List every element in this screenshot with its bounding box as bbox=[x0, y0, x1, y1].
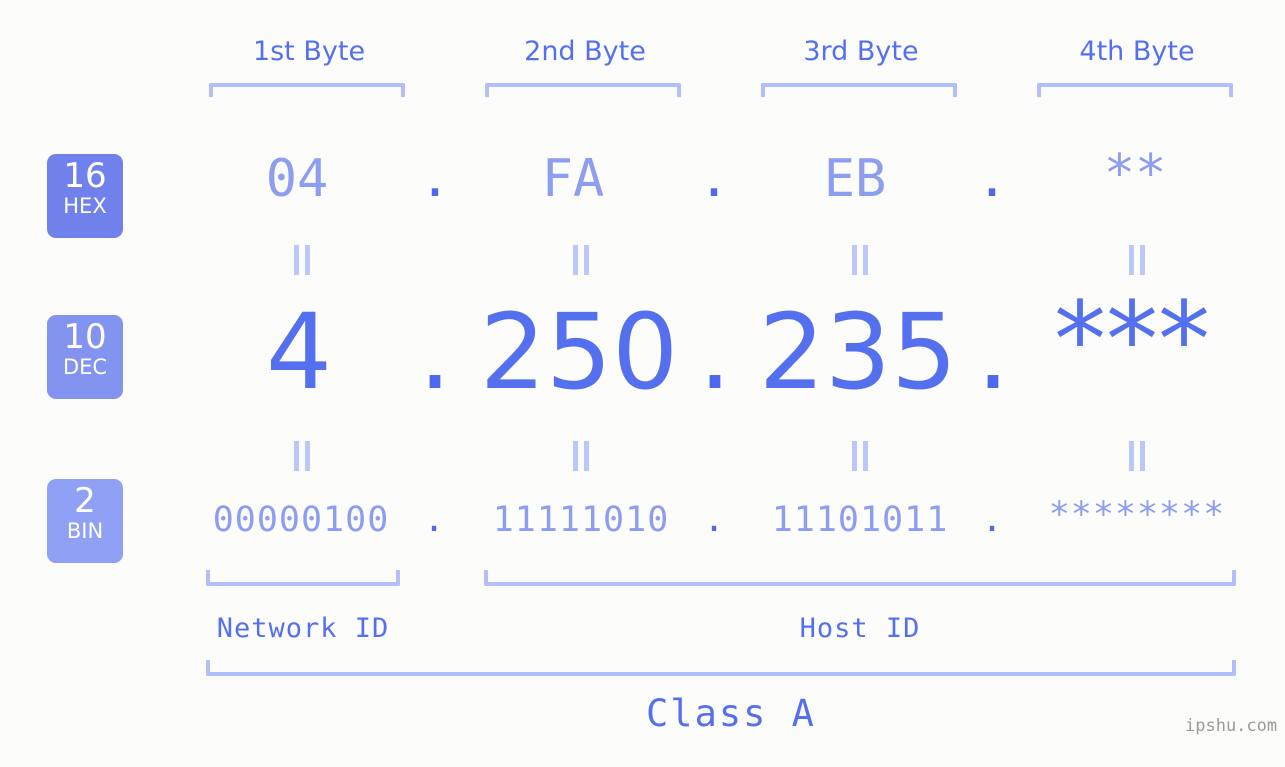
byte-header-label-1: 1st Byte bbox=[252, 36, 366, 67]
byte-bracket-3 bbox=[761, 83, 957, 97]
dec-separator-2: . bbox=[698, 291, 732, 413]
bin-byte-3: 11101011 bbox=[771, 500, 949, 540]
host-id-label: Host ID bbox=[799, 613, 921, 644]
equals-mark-hex-dec-4 bbox=[1126, 245, 1148, 275]
hex-separator-3: . bbox=[976, 149, 1008, 209]
equals-mark-dec-bin-3 bbox=[849, 441, 871, 471]
ip-address-diagram: 1st Byte 2nd Byte 3rd Byte 4th Byte 16 H… bbox=[0, 0, 1285, 767]
equals-mark-dec-bin-1 bbox=[291, 441, 313, 471]
radix-badge-bin-radix: BIN bbox=[66, 519, 104, 543]
byte-bracket-2 bbox=[485, 83, 681, 97]
bin-byte-4: ******** bbox=[1048, 495, 1226, 535]
equals-mark-hex-dec-2 bbox=[570, 245, 592, 275]
radix-badge-bin: 2 BIN bbox=[47, 479, 123, 563]
radix-badge-hex-number: 16 bbox=[63, 156, 107, 196]
radix-badge-dec-radix: DEC bbox=[62, 355, 108, 379]
radix-badge-dec: 10 DEC bbox=[47, 315, 123, 399]
dec-byte-3: 235 bbox=[758, 291, 958, 413]
equals-mark-hex-dec-1 bbox=[291, 245, 313, 275]
hex-byte-4: ** bbox=[1103, 144, 1167, 204]
bin-byte-2: 11111010 bbox=[492, 500, 670, 540]
radix-badge-dec-number: 10 bbox=[63, 317, 107, 357]
bin-byte-1: 00000100 bbox=[212, 500, 390, 540]
class-bracket bbox=[206, 660, 1236, 676]
site-watermark: ipshu.com bbox=[1185, 716, 1278, 736]
dec-byte-4: *** bbox=[1054, 279, 1210, 401]
equals-mark-dec-bin-4 bbox=[1126, 441, 1148, 471]
dec-byte-2: 250 bbox=[479, 291, 679, 413]
byte-bracket-1 bbox=[209, 83, 405, 97]
radix-badge-hex: 16 HEX bbox=[47, 154, 123, 238]
hex-byte-2: FA bbox=[541, 149, 605, 209]
network-id-bracket bbox=[206, 570, 400, 586]
bin-separator-1: . bbox=[423, 500, 445, 540]
class-label: Class A bbox=[646, 692, 816, 735]
hex-byte-1: 04 bbox=[265, 149, 329, 209]
host-id-bracket bbox=[484, 570, 1236, 586]
hex-separator-1: . bbox=[419, 149, 451, 209]
dec-separator-1: . bbox=[418, 291, 452, 413]
byte-header-label-3: 3rd Byte bbox=[803, 36, 919, 67]
byte-header-label-4: 4th Byte bbox=[1079, 36, 1195, 67]
network-id-label: Network ID bbox=[216, 613, 390, 644]
radix-badge-bin-number: 2 bbox=[74, 481, 96, 521]
hex-byte-3: EB bbox=[823, 149, 887, 209]
equals-mark-hex-dec-3 bbox=[849, 245, 871, 275]
bin-separator-2: . bbox=[703, 500, 725, 540]
equals-mark-dec-bin-2 bbox=[570, 441, 592, 471]
dec-byte-1: 4 bbox=[265, 291, 333, 413]
bin-separator-3: . bbox=[981, 500, 1003, 540]
byte-bracket-4 bbox=[1037, 83, 1233, 97]
hex-separator-2: . bbox=[698, 149, 730, 209]
dec-separator-3: . bbox=[976, 291, 1010, 413]
byte-header-label-2: 2nd Byte bbox=[524, 36, 646, 67]
radix-badge-hex-radix: HEX bbox=[63, 194, 107, 218]
